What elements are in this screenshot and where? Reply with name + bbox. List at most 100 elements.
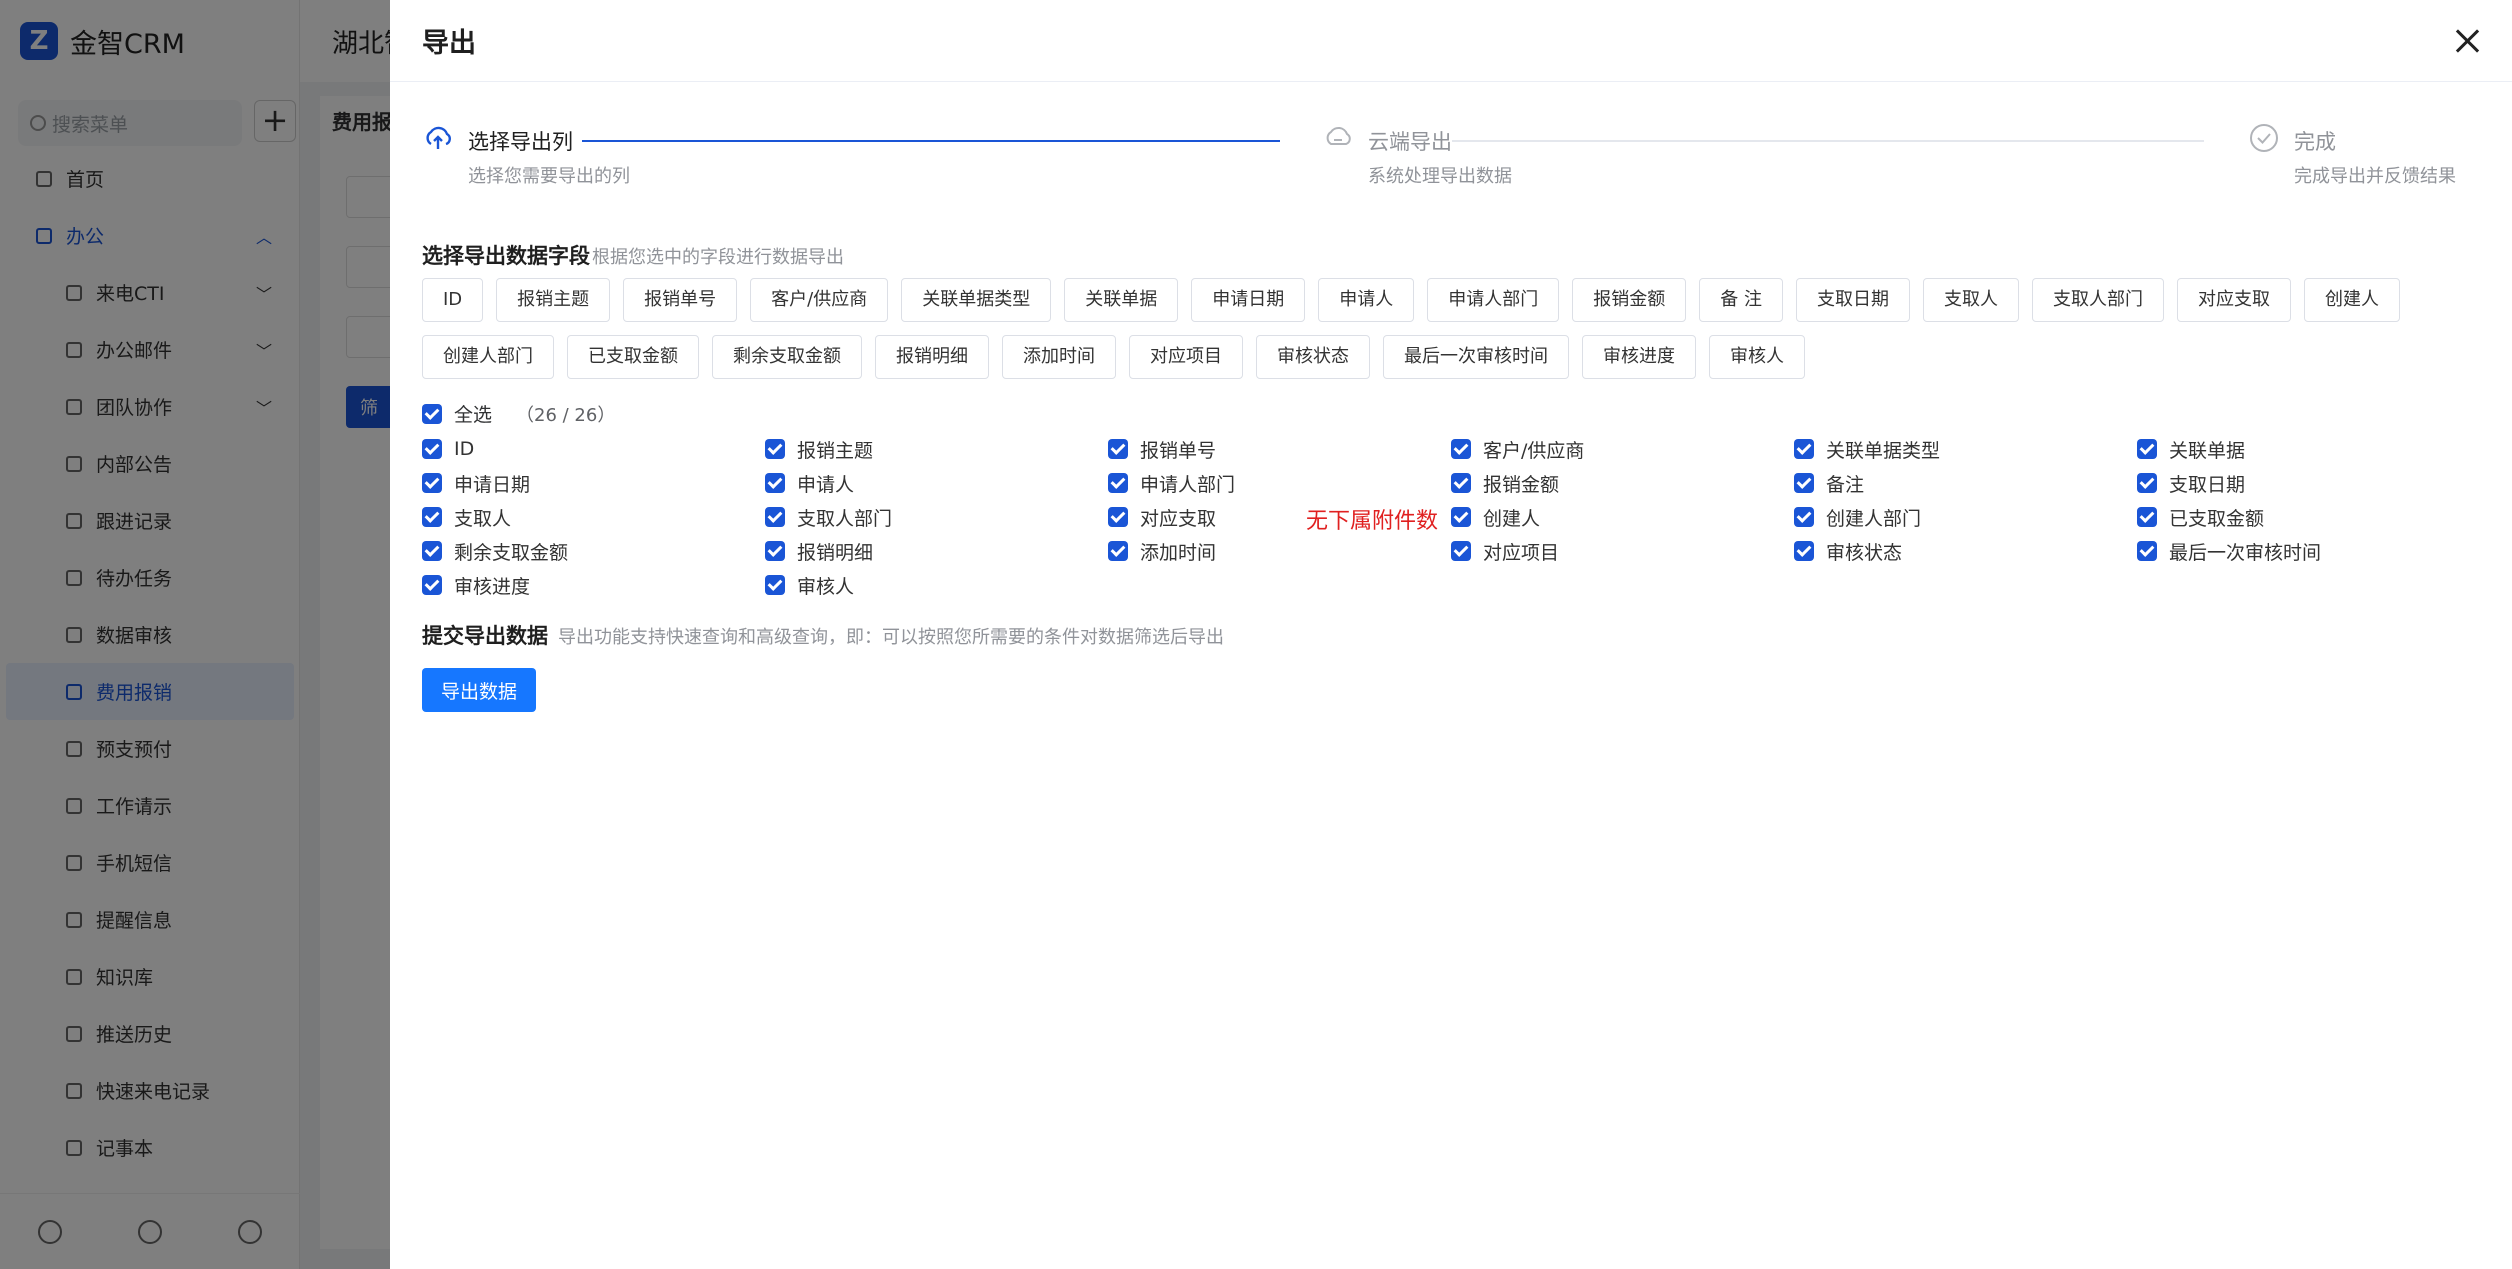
checkbox-label: 申请日期: [454, 473, 531, 496]
step-title: 云端导出: [1368, 130, 1452, 154]
checkbox-checked-icon[interactable]: [1794, 507, 1814, 527]
checkbox-checked-icon[interactable]: [1794, 541, 1814, 561]
checkbox-checked-icon[interactable]: [1451, 439, 1471, 459]
field-tag[interactable]: 创建人部门: [422, 335, 554, 379]
checkbox-checked-icon[interactable]: [422, 473, 442, 493]
field-tag[interactable]: 剩余支取金额: [712, 335, 862, 379]
checkbox-label: 审核进度: [454, 575, 531, 598]
checkbox-checked-icon[interactable]: [1108, 507, 1128, 527]
field-tag[interactable]: 支取日期: [1795, 278, 1910, 322]
drawer-title: 导出: [422, 28, 476, 59]
field-checkbox[interactable]: 关联单据类型: [1794, 432, 2137, 466]
checkbox-checked-icon[interactable]: [765, 541, 785, 561]
field-tag[interactable]: 对应项目: [1129, 335, 1243, 379]
checkbox-label: 申请人部门: [1140, 473, 1236, 496]
checkbox-label: 报销明细: [797, 541, 874, 564]
checkbox-label: 对应项目: [1483, 541, 1560, 564]
checkbox-checked-icon[interactable]: [1108, 439, 1128, 459]
select-all-label: 全选: [454, 404, 493, 426]
checkbox-label: 关联单据类型: [1826, 439, 1941, 462]
checkbox-checked-icon[interactable]: [1451, 541, 1471, 561]
checkbox-checked-icon[interactable]: [422, 403, 442, 424]
checkbox-checked-icon[interactable]: [2137, 439, 2157, 459]
export-data-button[interactable]: 导出数据: [422, 668, 536, 712]
checkbox-checked-icon[interactable]: [1794, 473, 1814, 493]
checkbox-label: 客户/供应商: [1483, 439, 1585, 462]
red-annotation: 无下属附件数: [1306, 509, 1439, 534]
field-tag[interactable]: 申请日期: [1191, 278, 1306, 322]
checkbox-checked-icon[interactable]: [422, 507, 442, 527]
field-tag[interactable]: 审核人: [1709, 335, 1805, 379]
field-tag[interactable]: 已支取金额: [567, 335, 699, 379]
checkbox-label: 支取日期: [2169, 473, 2246, 496]
field-checkbox[interactable]: 申请人: [765, 466, 1108, 500]
checkbox-checked-icon[interactable]: [1794, 439, 1814, 459]
select-fields-title: 选择导出数据字段 根据您选中的字段进行数据导出: [422, 240, 844, 270]
field-tag[interactable]: 创建人: [2303, 278, 2400, 322]
field-tag[interactable]: 支取人: [1922, 278, 2019, 322]
field-checkbox[interactable]: 添加时间: [1108, 534, 1451, 568]
field-tag[interactable]: 报销金额: [1572, 278, 1687, 322]
field-checkbox[interactable]: 支取人: [422, 500, 765, 534]
checkbox-label: 报销金额: [1483, 473, 1560, 496]
select-all-checkbox[interactable]: 全选 （26 / 26）: [422, 400, 615, 427]
field-checkbox[interactable]: 最后一次审核时间: [2137, 534, 2480, 568]
field-checkbox[interactable]: 报销明细: [765, 534, 1108, 568]
checkbox-checked-icon[interactable]: [2137, 541, 2157, 561]
field-checkbox[interactable]: 报销金额: [1451, 466, 1794, 500]
field-checkbox[interactable]: 支取人部门: [765, 500, 1108, 534]
field-tag[interactable]: 报销主题: [496, 278, 611, 322]
field-checkbox[interactable]: 审核状态: [1794, 534, 2137, 568]
checkbox-checked-icon[interactable]: [1451, 473, 1471, 493]
checkbox-checked-icon[interactable]: [1451, 507, 1471, 527]
check-circle-icon: [2250, 124, 2278, 152]
field-checkbox[interactable]: 已支取金额: [2137, 500, 2480, 534]
field-checkbox[interactable]: ID: [422, 432, 765, 466]
checkbox-label: 添加时间: [1140, 541, 1217, 564]
field-checkbox[interactable]: 报销主题: [765, 432, 1108, 466]
field-checkbox[interactable]: 对应项目: [1451, 534, 1794, 568]
close-icon[interactable]: [2450, 24, 2484, 58]
checkbox-checked-icon[interactable]: [765, 575, 785, 595]
checkbox-checked-icon[interactable]: [422, 541, 442, 561]
field-tag[interactable]: 申请人部门: [1427, 278, 1560, 322]
field-checkbox[interactable]: 创建人: [1451, 500, 1794, 534]
field-tag[interactable]: 最后一次审核时间: [1383, 335, 1569, 379]
field-checkbox[interactable]: 客户/供应商: [1451, 432, 1794, 466]
field-tag[interactable]: 支取人部门: [2031, 278, 2164, 322]
field-tag[interactable]: 报销明细: [875, 335, 989, 379]
checkbox-checked-icon[interactable]: [1108, 541, 1128, 561]
checkbox-checked-icon[interactable]: [2137, 473, 2157, 493]
field-tag[interactable]: 申请人: [1318, 278, 1415, 322]
checkbox-checked-icon[interactable]: [2137, 507, 2157, 527]
field-checkbox[interactable]: 报销单号: [1108, 432, 1451, 466]
drawer-header: 导出: [390, 0, 2512, 82]
field-tag[interactable]: 添加时间: [1002, 335, 1116, 379]
field-checkbox[interactable]: 申请日期: [422, 466, 765, 500]
field-checkbox[interactable]: 支取日期: [2137, 466, 2480, 500]
checkbox-checked-icon[interactable]: [1108, 473, 1128, 493]
field-tag[interactable]: 客户/供应商: [750, 278, 889, 322]
section-title-text: 选择导出数据字段: [422, 244, 590, 268]
checkbox-checked-icon[interactable]: [765, 473, 785, 493]
field-tag[interactable]: 对应支取: [2176, 278, 2291, 322]
field-tag[interactable]: 备 注: [1699, 278, 1783, 322]
field-checkbox[interactable]: 申请人部门: [1108, 466, 1451, 500]
checkbox-checked-icon[interactable]: [422, 575, 442, 595]
field-tag[interactable]: 关联单据类型: [901, 278, 1052, 322]
checkbox-checked-icon[interactable]: [765, 439, 785, 459]
checkbox-checked-icon[interactable]: [765, 507, 785, 527]
field-tag[interactable]: 审核进度: [1582, 335, 1696, 379]
checkbox-checked-icon[interactable]: [422, 439, 442, 459]
field-tag[interactable]: 关联单据: [1064, 278, 1179, 322]
field-tag[interactable]: ID: [422, 278, 484, 322]
field-checkbox[interactable]: 审核进度: [422, 568, 765, 602]
field-checkbox[interactable]: 备注: [1794, 466, 2137, 500]
field-checkbox[interactable]: 剩余支取金额: [422, 534, 765, 568]
field-checkbox[interactable]: 创建人部门: [1794, 500, 2137, 534]
field-tag[interactable]: 审核状态: [1256, 335, 1370, 379]
field-checkbox[interactable]: 审核人: [765, 568, 1108, 602]
field-checkbox[interactable]: 关联单据: [2137, 432, 2480, 466]
step-description: 完成导出并反馈结果: [2294, 166, 2456, 187]
field-tag[interactable]: 报销单号: [623, 278, 738, 322]
